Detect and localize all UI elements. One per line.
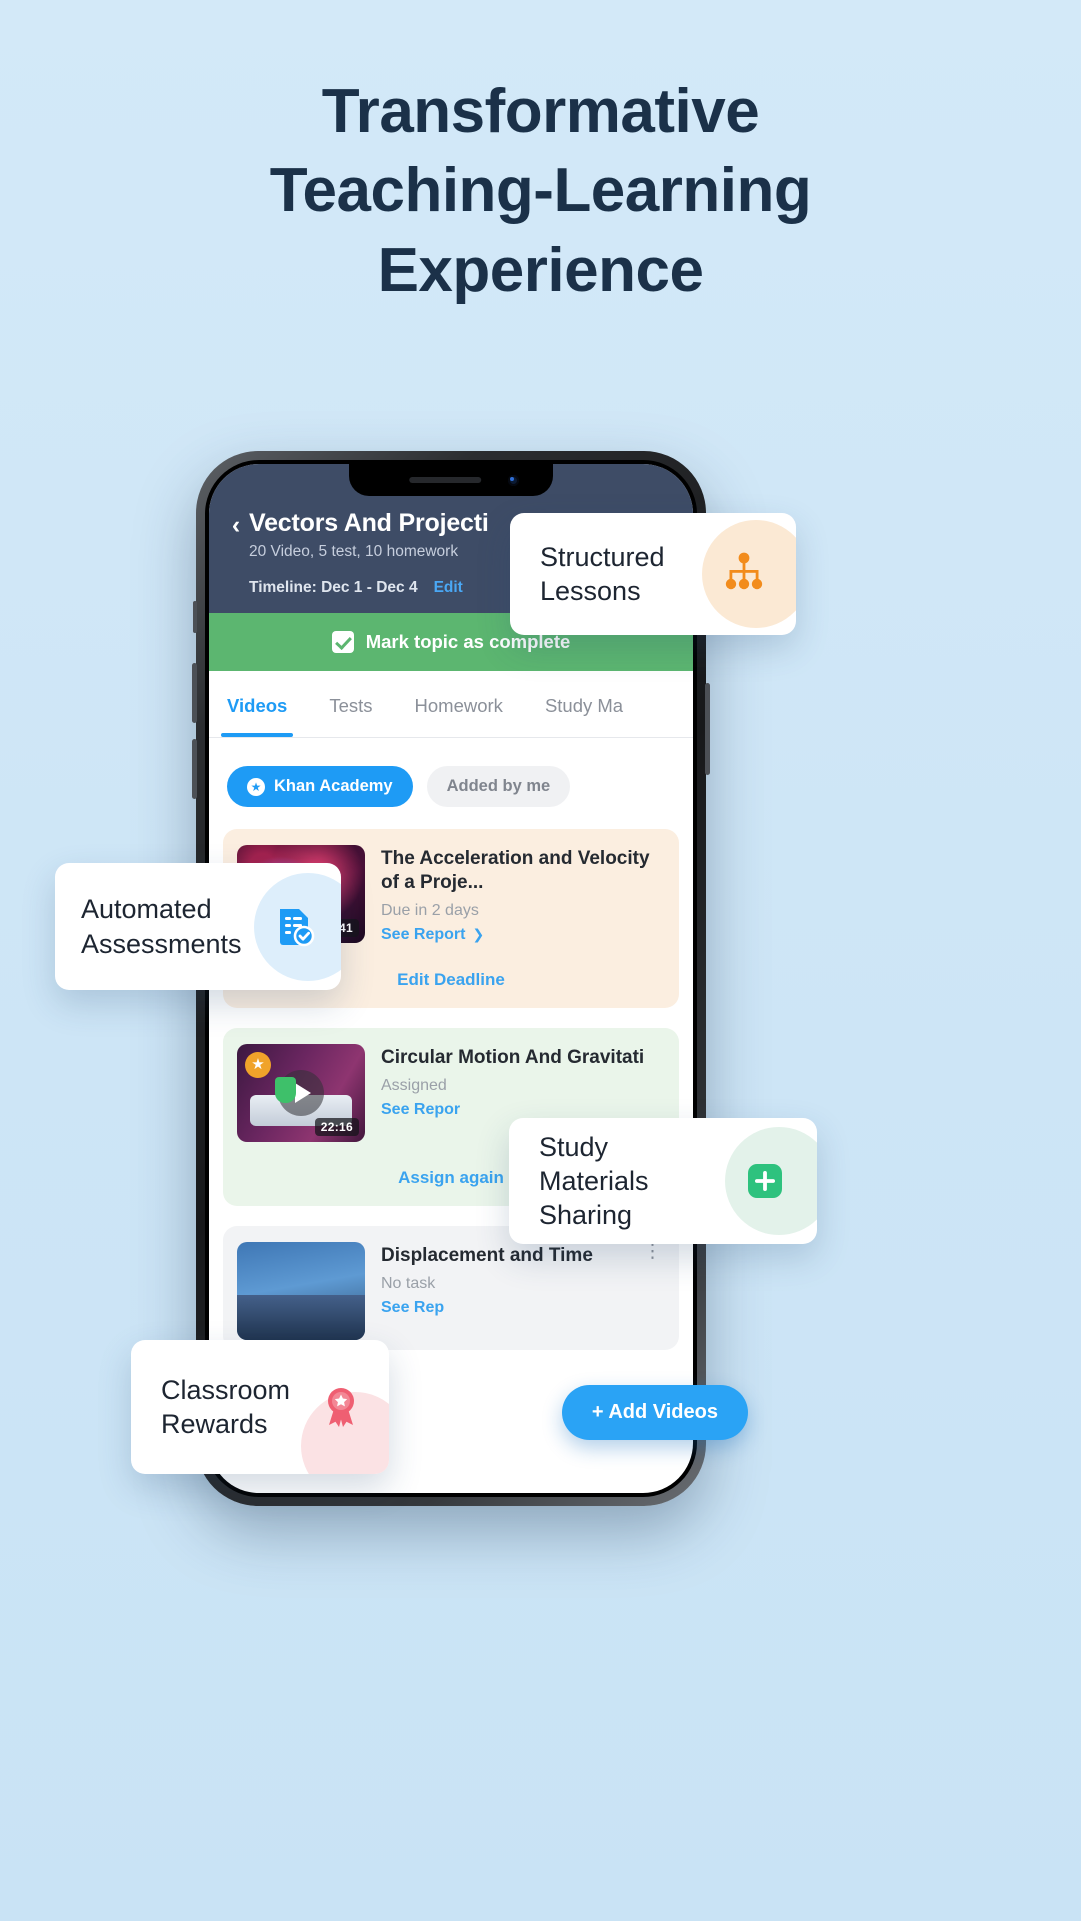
video-meta: Due in 2 days	[381, 901, 479, 919]
award-ribbon-icon	[293, 1340, 389, 1474]
video-meta: Assigned	[381, 1076, 447, 1094]
video-duration: 22:16	[314, 1117, 359, 1136]
see-report-link[interactable]: See Rep	[381, 1299, 665, 1317]
feature-card-structured-lessons: Structured Lessons	[510, 513, 796, 635]
feature-card-line-2: Assessments	[81, 928, 242, 959]
feature-card-line-2: Lessons	[540, 576, 641, 606]
headline-line-3: Experience	[377, 235, 704, 305]
filter-chip-row: ★ Khan Academy Added by me	[209, 738, 693, 829]
feature-card-line-1: Structured	[540, 541, 665, 572]
volume-down-button[interactable]	[192, 739, 197, 799]
feature-card-classroom-rewards: Classroom Rewards	[131, 1340, 389, 1474]
chip-khan-academy-label: Khan Academy	[274, 777, 393, 795]
chip-added-by-me-label: Added by me	[446, 777, 551, 795]
video-thumbnail[interactable]	[237, 1241, 365, 1340]
video-meta: No task	[381, 1274, 436, 1292]
see-report-label: See Rep	[381, 1298, 445, 1316]
front-camera-icon	[508, 475, 519, 486]
headline-line-2: Teaching-Learning	[269, 156, 812, 226]
play-icon[interactable]	[278, 1069, 324, 1116]
tab-videos[interactable]: Videos	[220, 671, 294, 737]
tab-bar: Videos Tests Homework Study Ma	[209, 671, 693, 737]
org-chart-icon	[692, 513, 796, 635]
volume-up-button[interactable]	[192, 663, 197, 723]
see-report-link[interactable]: See Repor	[381, 1101, 665, 1119]
promo-stage: Transformative Teaching-Learning Experie…	[0, 0, 1081, 1921]
plus-square-icon	[713, 1118, 817, 1244]
chip-khan-academy[interactable]: ★ Khan Academy	[227, 766, 413, 807]
video-title: The Acceleration and Velocity of a Proje…	[381, 848, 650, 893]
page-title: Transformative Teaching-Learning Experie…	[0, 72, 1081, 310]
chip-added-by-me[interactable]: Added by me	[426, 766, 571, 807]
video-card-3[interactable]: ⋮ Displacement and Time No task See Rep	[223, 1225, 679, 1350]
video-thumbnail[interactable]: ★ 22:16	[237, 1043, 365, 1142]
see-report-label: See Report	[381, 925, 466, 943]
chevron-right-icon: ❯	[472, 926, 485, 943]
tab-tests[interactable]: Tests	[329, 671, 372, 737]
see-report-link[interactable]: See Report ❯	[381, 926, 665, 944]
feature-card-automated-assessments: Automated Assessments	[55, 863, 341, 990]
video-title: Displacement and Time	[381, 1244, 593, 1266]
feature-card-line-2: Sharing	[539, 1200, 633, 1231]
star-icon: ★	[245, 1051, 271, 1078]
see-report-label: See Repor	[381, 1100, 461, 1118]
tab-homework[interactable]: Homework	[415, 671, 503, 737]
add-videos-button[interactable]: + Add Videos	[561, 1385, 748, 1440]
feature-card-study-materials-sharing: Study Materials Sharing	[509, 1118, 817, 1244]
tab-study-materials[interactable]: Study Ma	[545, 671, 623, 737]
feature-card-line-1: Automated	[81, 894, 212, 925]
video-title: Circular Motion And Gravitati	[381, 1046, 645, 1068]
earpiece-speaker	[409, 477, 482, 483]
edit-timeline-link[interactable]: Edit	[434, 579, 463, 597]
headline-line-1: Transformative	[321, 77, 760, 146]
kebab-menu-icon[interactable]: ⋮	[643, 1242, 663, 1261]
feature-card-line-1: Classroom	[161, 1374, 291, 1405]
back-chevron-icon[interactable]: ‹	[223, 510, 249, 540]
feature-card-line-2: Rewards	[161, 1409, 268, 1439]
document-check-icon	[242, 863, 341, 990]
star-icon: ★	[247, 777, 265, 796]
notch	[349, 464, 553, 496]
silent-switch[interactable]	[193, 601, 197, 633]
complete-checkbox-icon[interactable]	[331, 631, 354, 653]
feature-card-line-1: Study Materials	[539, 1131, 649, 1196]
power-button[interactable]	[705, 683, 710, 775]
timeline-label: Timeline: Dec 1 - Dec 4	[249, 579, 418, 596]
